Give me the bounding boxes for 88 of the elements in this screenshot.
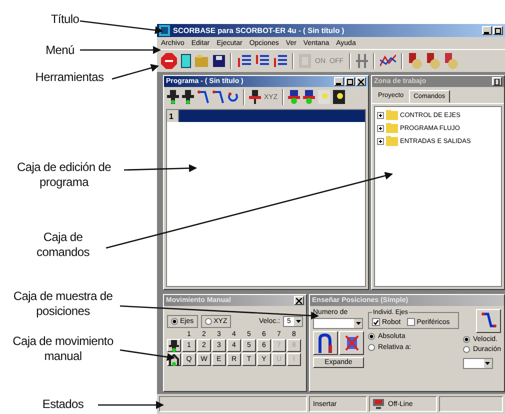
close-button[interactable]	[356, 77, 366, 86]
gripper-button[interactable]	[354, 53, 368, 69]
callout-label: Caja de comandos	[36, 230, 90, 260]
gripper-icon	[356, 54, 368, 68]
save-icon	[213, 55, 225, 67]
stop-icon	[161, 53, 177, 69]
lamp-button[interactable]	[332, 89, 346, 105]
callout-arrow	[98, 401, 164, 409]
folder-icon	[386, 136, 398, 146]
callout-label: Caja de muestra de posiciones	[12, 289, 114, 319]
move-button[interactable]	[211, 89, 225, 105]
robot-button[interactable]	[286, 89, 301, 105]
callout-label: Herramientas	[34, 70, 105, 85]
callout-label: Título	[50, 12, 80, 27]
close-button[interactable]	[294, 296, 304, 305]
robot-icon	[169, 340, 179, 352]
maximize-icon	[495, 28, 501, 34]
record-position-button[interactable]	[313, 331, 338, 355]
path-button[interactable]	[476, 309, 501, 333]
list-button[interactable]	[236, 53, 252, 69]
folder-icon	[386, 110, 398, 120]
save-button[interactable]	[212, 54, 226, 68]
path-icon	[480, 312, 496, 330]
curved-arrow-icon	[227, 90, 239, 104]
maximize-button[interactable]	[345, 77, 355, 86]
lamp-icon	[332, 90, 345, 104]
jog-plus-button[interactable]	[167, 339, 181, 352]
minimize-button[interactable]	[334, 77, 344, 86]
caret-icon	[296, 320, 300, 323]
close-icon	[296, 298, 302, 304]
radio-button[interactable]	[368, 344, 375, 351]
radio-button[interactable]	[462, 336, 470, 343]
caret-icon	[356, 322, 360, 325]
callout-label: Caja de edición de programa	[16, 160, 112, 190]
curved-arrow-icon	[212, 90, 224, 104]
folder-icon	[195, 55, 209, 67]
radio-button[interactable]	[171, 318, 178, 325]
radio-button[interactable]	[204, 318, 212, 325]
gripper-icon	[249, 90, 261, 104]
minimize-button[interactable]	[482, 26, 492, 35]
callout-label: Menú	[44, 43, 76, 58]
chart-icon	[380, 54, 396, 68]
expand-toggle[interactable]	[377, 112, 384, 118]
curved-arrow-icon	[197, 90, 209, 104]
list-arrow-icon	[237, 54, 251, 68]
caret-icon	[485, 362, 490, 365]
callout-label: Caja de movimiento manual	[12, 334, 114, 364]
radio-button[interactable]	[462, 346, 470, 353]
line-number: 1	[167, 110, 179, 122]
close-icon	[358, 78, 364, 84]
robot-button[interactable]	[302, 89, 316, 105]
document-icon	[181, 54, 191, 68]
expand-toggle[interactable]	[377, 138, 384, 144]
list-button[interactable]	[272, 53, 288, 69]
robot-button[interactable]	[181, 89, 195, 105]
stop-button[interactable]	[160, 52, 178, 70]
status-panel	[439, 396, 503, 412]
pin-button[interactable]	[492, 77, 502, 86]
callout-arrow	[112, 64, 159, 80]
move-button[interactable]	[196, 89, 210, 105]
pin-icon	[494, 78, 500, 84]
radio-button[interactable]	[368, 333, 375, 340]
list-arrow-icon	[273, 54, 287, 68]
delete-position-button[interactable]	[339, 331, 364, 355]
checkbox[interactable]	[372, 318, 380, 326]
cross-icon	[344, 335, 358, 351]
lamp-icon	[318, 90, 330, 104]
robot-button[interactable]	[166, 89, 180, 105]
computer-icon	[373, 399, 384, 409]
folder-icon	[386, 123, 398, 133]
gripper-button[interactable]	[248, 89, 262, 105]
position-number-field[interactable]	[313, 318, 363, 329]
callout-label: Estados	[41, 397, 85, 412]
list-arrow-icon	[255, 54, 269, 68]
maximize-button[interactable]	[493, 26, 503, 35]
robot-icon	[167, 90, 179, 104]
robot-icon	[302, 90, 315, 104]
new-file-button[interactable]	[180, 53, 192, 69]
maximize-icon	[347, 78, 353, 84]
robot-icon	[288, 90, 300, 104]
graph-button[interactable]	[378, 53, 396, 69]
checkbox[interactable]	[406, 318, 415, 326]
callout-arrow	[120, 349, 175, 361]
expand-toggle[interactable]	[377, 124, 384, 132]
speed-value-dropdown[interactable]	[462, 358, 493, 369]
program-editor[interactable]: 1	[166, 109, 366, 287]
robot-icon	[182, 90, 194, 104]
app-icon	[159, 25, 170, 36]
